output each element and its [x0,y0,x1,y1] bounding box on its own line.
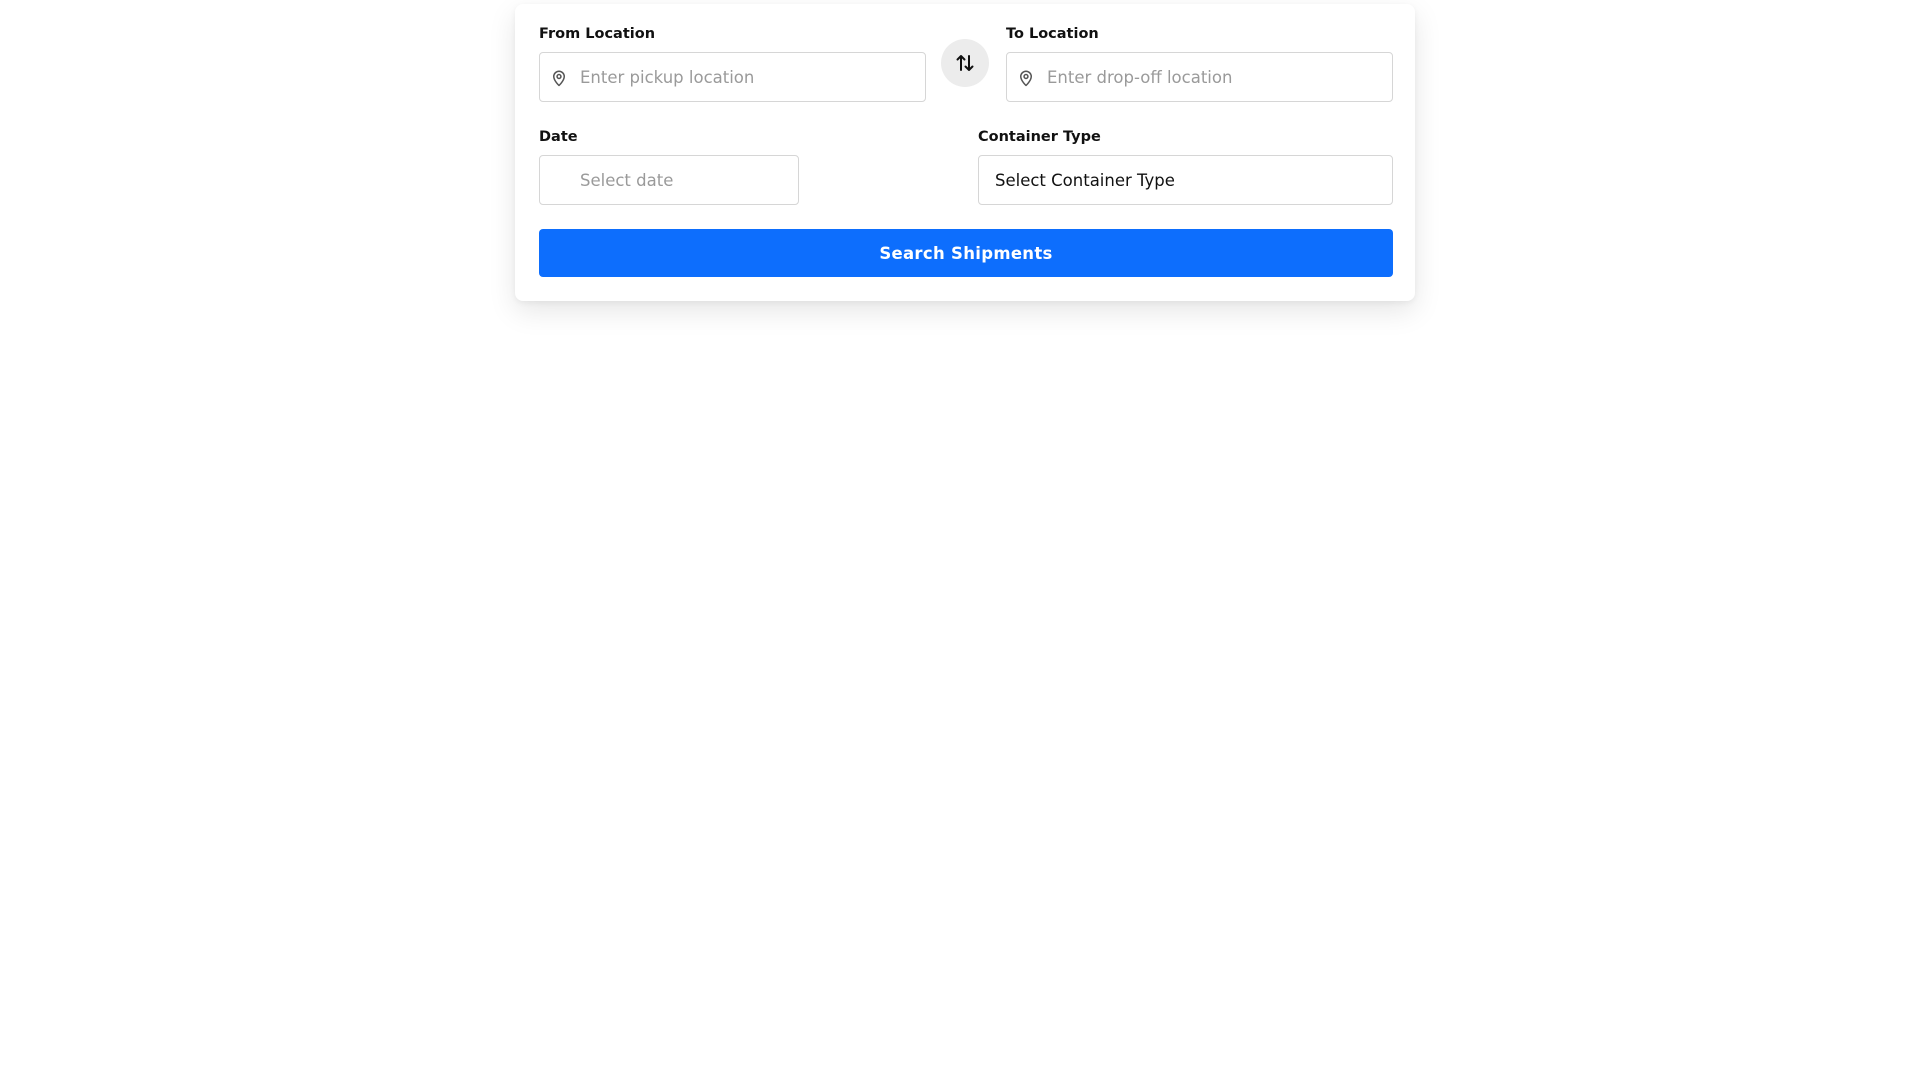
date-input[interactable] [580,156,798,204]
search-shipments-button[interactable]: Search Shipments [539,229,1393,277]
from-location-label: From Location [539,26,656,42]
container-type-select[interactable]: Select Container Type [978,155,1393,205]
container-type-selected-value: Select Container Type [995,170,1175,190]
date-field[interactable] [539,155,799,205]
to-location-label: To Location [1006,26,1099,42]
map-pin-icon [1020,70,1032,87]
map-pin-icon [553,70,565,87]
to-location-input[interactable] [1047,53,1392,101]
from-location-field[interactable] [539,52,926,102]
swap-vertical-arrows-icon [956,55,974,71]
container-type-label: Container Type [978,129,1101,145]
to-location-field[interactable] [1006,52,1393,102]
date-label: Date [539,129,578,145]
shipment-search-card: From Location To Location Date Container… [515,4,1415,301]
swap-locations-button[interactable] [941,39,989,87]
from-location-input[interactable] [580,53,925,101]
